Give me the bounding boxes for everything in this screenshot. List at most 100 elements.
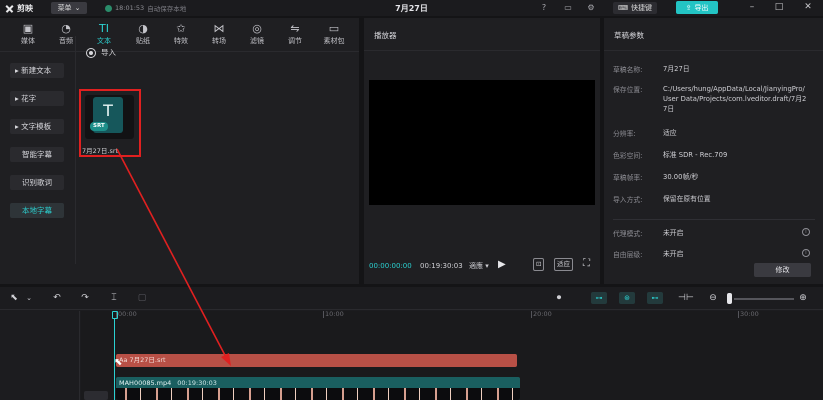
tab-label: 媒体 bbox=[21, 37, 35, 45]
material-pack-icon: ▭ bbox=[328, 22, 340, 35]
fullscreen-icon[interactable]: ⛶ bbox=[583, 258, 590, 269]
tab-audio[interactable]: ◔ 音频 bbox=[49, 22, 83, 50]
current-time: 00:00:00:00 bbox=[369, 262, 412, 270]
minimize-icon[interactable]: – bbox=[745, 1, 759, 14]
highlight-box bbox=[79, 89, 141, 157]
sidebar-item-fancy-text[interactable]: ▸ 花字 bbox=[10, 91, 64, 106]
autosave-text: 自动保存本地 bbox=[147, 5, 187, 13]
ruler-tick bbox=[531, 311, 532, 318]
tab-material-pack[interactable]: ▭ 素材包 bbox=[317, 22, 351, 50]
title-bar: 剪映 菜单 ⌄ 18:01:53 自动保存本地 7月27日 ? ▭ ⚙ ⌨ 快捷… bbox=[0, 0, 823, 16]
ruler-label: 10:00 bbox=[325, 310, 344, 318]
zoom-slider-track[interactable] bbox=[734, 298, 794, 300]
cover-button[interactable] bbox=[84, 391, 108, 400]
param-label: 草稿帧率: bbox=[613, 174, 643, 182]
ruler-label: 20:00 bbox=[533, 310, 552, 318]
tab-effects[interactable]: ✩ 特效 bbox=[164, 22, 198, 50]
video-clip-name: MAH00085.mp4 bbox=[119, 379, 172, 387]
sidebar-item-new-text[interactable]: ▸ 新建文本 bbox=[10, 63, 64, 78]
project-title: 7月27日 bbox=[395, 4, 428, 13]
microphone-icon[interactable]: ⏺ bbox=[553, 292, 565, 304]
player-header bbox=[364, 18, 600, 51]
capcut-logo-icon bbox=[5, 4, 14, 13]
text-icon: TI bbox=[99, 22, 109, 35]
tab-label: 特效 bbox=[174, 37, 188, 45]
import-label: 导入 bbox=[101, 48, 116, 57]
info-icon[interactable]: i bbox=[802, 249, 810, 257]
subtitle-clip[interactable]: Aa 7月27日.srt bbox=[116, 354, 517, 367]
maximize-icon[interactable]: □ bbox=[772, 1, 786, 14]
param-value: C:/Users/hung/AppData/Local/JianyingPro/… bbox=[663, 85, 807, 113]
param-value: 保留在原有位置 bbox=[663, 195, 711, 203]
media-divider bbox=[75, 36, 76, 264]
redo-icon[interactable]: ↷ bbox=[79, 292, 91, 304]
ruler-label: 00:00 bbox=[118, 310, 137, 318]
tab-label: 转场 bbox=[212, 37, 226, 45]
param-value: 标准 SDR - Rec.709 bbox=[663, 151, 728, 159]
sidebar-item-text-template[interactable]: ▸ 文字模板 bbox=[10, 119, 64, 134]
video-filmstrip bbox=[116, 388, 520, 400]
player-viewport[interactable] bbox=[369, 80, 595, 205]
param-label: 代理模式: bbox=[613, 230, 643, 238]
player-title: 播放器 bbox=[374, 31, 397, 40]
param-value: 适应 bbox=[663, 129, 677, 137]
close-icon[interactable]: ✕ bbox=[801, 1, 815, 14]
sidebar-item-smart-subtitle[interactable]: 智能字幕 bbox=[10, 147, 64, 162]
param-label: 导入方式: bbox=[613, 196, 643, 204]
tab-transition[interactable]: ⋈ 转场 bbox=[202, 22, 236, 50]
tab-text[interactable]: TI 文本 bbox=[87, 22, 121, 50]
play-icon[interactable]: ▶ bbox=[498, 259, 506, 270]
main-track-magnet-icon[interactable]: ⊶ bbox=[591, 292, 607, 304]
shortcut-button[interactable]: ⌨ 快捷键 bbox=[613, 2, 657, 14]
adjust-icon: ⇋ bbox=[290, 22, 300, 35]
linkage-icon[interactable]: ⊷ bbox=[647, 292, 663, 304]
transition-icon: ⋈ bbox=[213, 22, 225, 35]
import-button[interactable]: 导入 bbox=[87, 47, 116, 58]
player-panel: 播放器 00:00:00:00 00:19:30:03 適應 ▾ ▶ ⊡ 适应 … bbox=[364, 18, 600, 284]
ruler-tick bbox=[323, 311, 324, 318]
filter-icon: ◎ bbox=[252, 22, 262, 35]
help-icon[interactable]: ? bbox=[538, 2, 550, 14]
split-icon[interactable]: ⌶ bbox=[108, 292, 120, 304]
select-cursor-icon[interactable]: ⬉ bbox=[8, 292, 20, 304]
chevron-down-icon: ⌄ bbox=[74, 4, 81, 12]
feedback-icon[interactable]: ▭ bbox=[562, 2, 574, 14]
shortcut-label: 快捷键 bbox=[631, 4, 653, 12]
tab-sticker[interactable]: ◑ 贴纸 bbox=[126, 22, 160, 50]
edit-button[interactable]: 修改 bbox=[754, 263, 811, 277]
tab-label: 素材包 bbox=[323, 37, 345, 45]
mouse-cursor-icon: ⬉ bbox=[114, 357, 123, 368]
tab-adjust[interactable]: ⇋ 调节 bbox=[278, 22, 312, 50]
waveform-button[interactable]: ⊡ bbox=[533, 258, 545, 271]
info-icon[interactable]: i bbox=[802, 228, 810, 236]
app-name: 剪映 bbox=[17, 3, 33, 13]
menu-button[interactable]: 菜单 ⌄ bbox=[51, 2, 87, 14]
autosave-status: 18:01:53 自动保存本地 bbox=[105, 3, 186, 13]
ruler-label: 30:00 bbox=[740, 310, 759, 318]
param-value: 未开启 bbox=[663, 229, 684, 237]
params-title: 草稿参数 bbox=[614, 31, 644, 40]
zoom-slider-handle[interactable] bbox=[727, 293, 732, 304]
auto-snap-icon[interactable]: ⊛ bbox=[619, 292, 635, 304]
fit-select[interactable]: 適應 ▾ bbox=[469, 261, 489, 271]
sidebar-item-recognize-lyrics[interactable]: 识别歌词 bbox=[10, 175, 64, 190]
zoom-out-icon[interactable]: ⊖ bbox=[707, 292, 719, 304]
tab-media[interactable]: ▣ 媒体 bbox=[11, 22, 45, 50]
param-value: 7月27日 bbox=[663, 65, 690, 73]
app-logo: 剪映 bbox=[5, 2, 33, 14]
settings-icon[interactable]: ⚙ bbox=[585, 2, 597, 14]
effects-icon: ✩ bbox=[176, 22, 186, 35]
param-value: 未开启 bbox=[663, 250, 684, 258]
video-clip[interactable]: MAH00085.mp4 00:19:30:03 bbox=[116, 377, 520, 400]
param-label: 保存位置: bbox=[613, 86, 643, 94]
tab-filter[interactable]: ◎ 滤镜 bbox=[240, 22, 274, 50]
sidebar-item-local-subtitle[interactable]: 本地字幕 bbox=[10, 203, 64, 218]
chevron-down-icon[interactable]: ⌄ bbox=[24, 292, 34, 304]
param-label: 自由层级: bbox=[613, 251, 643, 259]
ratio-button[interactable]: 适应 bbox=[554, 258, 573, 271]
playhead-handle[interactable] bbox=[112, 311, 118, 319]
export-button[interactable]: ⇪ 导出 bbox=[676, 1, 718, 14]
preview-axis-icon[interactable]: ⊣⊢ bbox=[678, 292, 694, 304]
undo-icon[interactable]: ↶ bbox=[51, 292, 63, 304]
zoom-in-icon[interactable]: ⊕ bbox=[797, 292, 809, 304]
